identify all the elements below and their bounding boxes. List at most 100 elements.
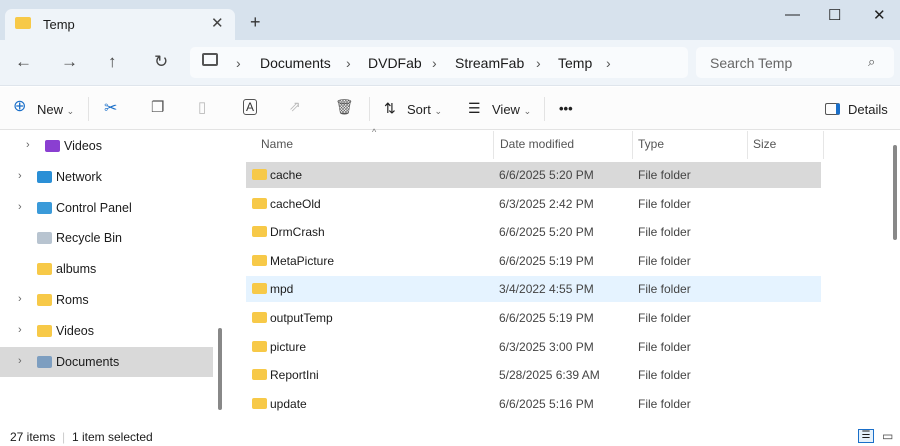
file-row[interactable]: cacheOld 6/3/2025 2:42 PM File folder <box>246 191 821 217</box>
sidebar-item-albums[interactable]: albums <box>0 254 213 284</box>
file-type: File folder <box>638 368 691 383</box>
tiles-view-icon[interactable]: ▭ <box>882 429 893 443</box>
sidebar-item-label: albums <box>56 262 97 277</box>
sort-label: Sort <box>407 102 431 117</box>
column-date-modified[interactable]: Date modified <box>500 137 574 151</box>
recycle-bin-icon <box>37 232 52 245</box>
folder-icon <box>37 263 52 276</box>
folder-icon <box>37 324 52 337</box>
file-name: cache <box>270 168 303 182</box>
delete-icon[interactable]: 🗑 <box>335 98 354 116</box>
folder-icon <box>252 397 267 409</box>
sidebar-scrollbar[interactable] <box>218 328 222 410</box>
minimize-button[interactable]: — <box>785 6 800 23</box>
sidebar-item-label: Recycle Bin <box>56 231 122 246</box>
status-bar: 27 items | 1 item selected ☰ ▭ <box>0 427 900 446</box>
search-box[interactable]: Search Temp ⌕ <box>696 47 894 78</box>
breadcrumb-streamfab[interactable]: StreamFab <box>455 55 524 71</box>
view-button[interactable]: View ⌄ <box>492 102 531 117</box>
sidebar-item-network[interactable]: › Network <box>0 162 213 192</box>
file-date: 6/6/2025 5:19 PM <box>499 311 594 325</box>
search-icon: ⌕ <box>868 54 876 69</box>
close-tab-icon[interactable]: ✕ <box>211 14 224 32</box>
file-row[interactable]: MetaPicture 6/6/2025 5:19 PM File folder <box>246 248 821 274</box>
rename-icon[interactable]: A <box>243 99 258 115</box>
item-count: 27 items <box>10 430 56 444</box>
column-type[interactable]: Type <box>638 137 664 151</box>
paste-icon[interactable]: ▯ <box>198 98 206 116</box>
copy-icon[interactable]: ❐ <box>151 98 164 116</box>
file-type: File folder <box>638 168 691 182</box>
file-type: File folder <box>638 196 691 211</box>
more-options-button[interactable]: ••• <box>559 101 573 116</box>
sidebar-item-videos[interactable]: › Videos <box>0 131 213 161</box>
sidebar-item-control-panel[interactable]: › Control Panel <box>0 193 213 223</box>
sidebar-item-recycle-bin[interactable]: Recycle Bin <box>0 223 213 253</box>
tab-temp[interactable]: Temp ✕ <box>5 9 235 42</box>
control-panel-icon <box>37 201 52 214</box>
folder-icon <box>252 226 267 238</box>
folder-icon <box>252 340 267 352</box>
this-pc-icon <box>202 53 218 66</box>
file-row[interactable]: outputTemp 6/6/2025 5:19 PM File folder <box>246 305 821 331</box>
file-type: File folder <box>638 311 691 325</box>
share-icon[interactable]: ⇗ <box>289 98 301 115</box>
sort-button[interactable]: Sort ⌄ <box>407 102 442 117</box>
new-tab-button[interactable]: + <box>250 12 261 33</box>
chevron-right-icon[interactable]: › <box>18 201 22 213</box>
column-size[interactable]: Size <box>753 137 776 151</box>
sidebar-item-label: Network <box>56 169 102 184</box>
cut-icon[interactable]: ✂ <box>104 98 117 118</box>
sidebar-item-videos[interactable]: › Videos <box>0 316 213 346</box>
chevron-right-icon[interactable]: › <box>18 324 22 336</box>
file-row[interactable]: update 6/6/2025 5:16 PM File folder <box>246 391 821 417</box>
up-button[interactable]: ↑ <box>108 52 117 72</box>
view-icon: ☰ <box>468 100 481 116</box>
folder-icon <box>15 17 31 29</box>
file-row[interactable]: cache 6/6/2025 5:20 PM File folder <box>246 162 821 188</box>
sidebar-item-label: Videos <box>64 139 102 153</box>
sidebar-item-documents[interactable]: › Documents <box>0 346 213 377</box>
close-window-button[interactable]: ✕ <box>873 6 886 24</box>
folder-icon <box>252 369 267 381</box>
search-input[interactable]: Search Temp <box>710 55 792 71</box>
back-button[interactable]: ← <box>15 52 32 72</box>
sidebar-item-label: Videos <box>56 323 94 338</box>
file-row[interactable]: mpd 3/4/2022 4:55 PM File folder <box>246 276 821 303</box>
details-button[interactable]: Details <box>848 102 888 117</box>
maximize-button[interactable]: ☐ <box>828 6 841 24</box>
file-name: cacheOld <box>270 196 321 211</box>
chevron-right-icon[interactable]: › <box>18 293 22 305</box>
tab-title: Temp <box>43 17 75 32</box>
file-row[interactable]: DrmCrash 6/6/2025 5:20 PM File folder <box>246 219 821 245</box>
folder-icon <box>252 283 267 295</box>
file-name: outputTemp <box>270 311 333 325</box>
breadcrumb-documents[interactable]: Documents <box>260 55 331 71</box>
network-icon <box>37 170 52 183</box>
column-name[interactable]: Name <box>261 137 293 151</box>
new-button[interactable]: New ⌄ <box>37 102 74 117</box>
file-type: File folder <box>638 225 691 240</box>
chevron-right-icon[interactable]: › <box>18 170 22 182</box>
file-row[interactable]: picture 6/3/2025 3:00 PM File folder <box>246 334 821 360</box>
file-name: mpd <box>270 282 294 297</box>
file-name: picture <box>270 339 307 354</box>
videos-library-icon <box>45 140 60 152</box>
refresh-button[interactable]: ↻ <box>154 52 168 72</box>
breadcrumb-dvdfab[interactable]: DVDFab <box>368 55 422 71</box>
breadcrumb-temp[interactable]: Temp <box>558 55 592 71</box>
sidebar-item-label: Roms <box>56 293 89 307</box>
file-row[interactable]: ReportIni 5/28/2025 6:39 AM File folder <box>246 362 821 388</box>
address-bar[interactable]: › Documents › DVDFab › StreamFab › Temp … <box>190 47 688 78</box>
sort-icon: ⇅ <box>384 100 396 116</box>
documents-icon <box>37 355 52 368</box>
chevron-right-icon[interactable]: › <box>18 355 22 367</box>
file-date: 6/6/2025 5:16 PM <box>499 396 594 411</box>
file-name: MetaPicture <box>270 253 335 268</box>
forward-button[interactable]: → <box>61 52 78 72</box>
file-list-scrollbar[interactable] <box>893 145 897 240</box>
details-view-icon[interactable]: ☰ <box>858 429 874 443</box>
view-label: View <box>492 102 520 117</box>
chevron-right-icon[interactable]: › <box>26 139 30 151</box>
sidebar-item-roms[interactable]: › Roms <box>0 285 213 315</box>
